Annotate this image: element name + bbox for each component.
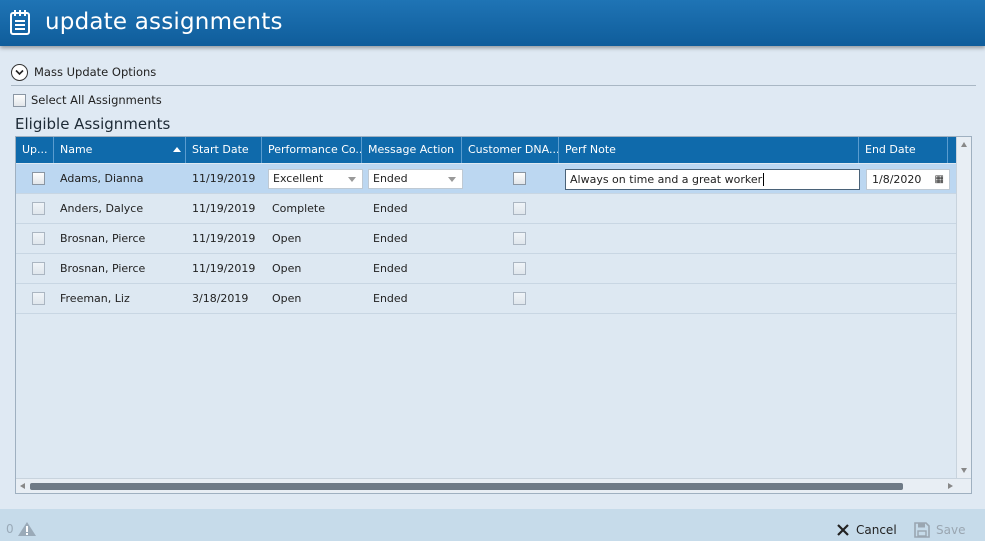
cancel-label: Cancel: [856, 523, 897, 537]
row-update-checkbox[interactable]: [32, 262, 45, 275]
vertical-scrollbar[interactable]: [956, 137, 971, 478]
row-name: Anders, Dalyce: [60, 202, 144, 215]
select-all-label: Select All Assignments: [31, 93, 162, 107]
performance-dropdown[interactable]: Excellent: [268, 169, 363, 189]
table-row[interactable]: Adams, Dianna 11/19/2019 Excellent Ended…: [16, 164, 957, 194]
end-date-picker[interactable]: 1/8/2020 ▦: [866, 169, 950, 190]
divider: [11, 85, 976, 86]
column-header-end-date[interactable]: End Date: [859, 137, 948, 163]
row-update-checkbox[interactable]: [32, 202, 45, 215]
end-date-value: 1/8/2020: [872, 173, 922, 186]
cancel-button[interactable]: Cancel: [836, 520, 897, 540]
row-update-checkbox[interactable]: [32, 172, 45, 185]
save-label: Save: [936, 523, 966, 537]
mass-update-options-toggle[interactable]: Mass Update Options: [11, 63, 156, 81]
scroll-down-icon[interactable]: [961, 468, 967, 473]
scroll-up-icon[interactable]: [961, 142, 967, 147]
row-performance: Complete: [272, 202, 326, 215]
row-start-date: 3/18/2019: [192, 292, 249, 305]
row-start-date: 11/19/2019: [192, 172, 256, 185]
chevron-down-circle-icon: [11, 63, 28, 81]
row-name: Brosnan, Pierce: [60, 232, 146, 245]
dropdown-caret-icon: [348, 177, 356, 182]
save-button[interactable]: Save: [914, 520, 965, 540]
window-title: update assignments: [45, 9, 283, 35]
column-header-performance[interactable]: Performance Co...: [262, 137, 362, 163]
customer-dna-checkbox[interactable]: [513, 292, 526, 305]
select-all-assignments[interactable]: Select All Assignments: [13, 93, 162, 107]
horizontal-scroll-thumb[interactable]: [30, 483, 903, 490]
perf-note-input[interactable]: Always on time and a great worker: [565, 169, 860, 190]
text-cursor: [763, 173, 765, 186]
horizontal-scrollbar[interactable]: [16, 478, 971, 493]
message-action-dropdown-value: Ended: [373, 172, 408, 185]
column-header-customer-dna[interactable]: Customer DNA...: [462, 137, 559, 163]
customer-dna-checkbox[interactable]: [513, 202, 526, 215]
row-performance: Open: [272, 292, 302, 305]
row-performance: Open: [272, 262, 302, 275]
row-name: Adams, Dianna: [60, 172, 144, 185]
row-update-checkbox[interactable]: [32, 232, 45, 245]
row-start-date: 11/19/2019: [192, 202, 256, 215]
column-header-name-label: Name: [60, 143, 93, 156]
warning-count: 0: [6, 522, 14, 536]
row-message-action: Ended: [373, 262, 408, 275]
column-header-start-date[interactable]: Start Date: [186, 137, 262, 163]
select-all-checkbox[interactable]: [13, 93, 26, 107]
close-icon: [837, 524, 849, 536]
mass-update-options-label: Mass Update Options: [34, 65, 157, 79]
title-bar: update assignments: [0, 0, 985, 46]
message-action-dropdown[interactable]: Ended: [368, 169, 463, 189]
customer-dna-checkbox[interactable]: [513, 172, 526, 185]
column-header-name[interactable]: Name: [54, 137, 186, 163]
calendar-icon[interactable]: ▦: [935, 170, 944, 189]
warning-icon[interactable]: [17, 521, 37, 537]
row-message-action: Ended: [373, 292, 408, 305]
perf-note-value: Always on time and a great worker: [570, 173, 763, 186]
table-row[interactable]: Freeman, Liz 3/18/2019 Open Ended: [16, 284, 957, 314]
row-message-action: Ended: [373, 202, 408, 215]
footer-bar: 0 Cancel Save: [0, 509, 985, 541]
column-header-perf-note[interactable]: Perf Note: [559, 137, 859, 163]
row-name: Brosnan, Pierce: [60, 262, 146, 275]
customer-dna-checkbox[interactable]: [513, 262, 526, 275]
row-update-checkbox[interactable]: [32, 292, 45, 305]
row-start-date: 11/19/2019: [192, 232, 256, 245]
row-performance: Open: [272, 232, 302, 245]
column-header-message-action[interactable]: Message Action: [362, 137, 462, 163]
save-icon: [914, 522, 930, 538]
row-start-date: 11/19/2019: [192, 262, 256, 275]
scroll-right-icon[interactable]: [948, 483, 953, 489]
grid-header: Up... Name Start Date Performance Co... …: [16, 137, 957, 163]
notepad-icon: [10, 10, 30, 35]
table-row[interactable]: Anders, Dalyce 11/19/2019 Complete Ended: [16, 194, 957, 224]
customer-dna-checkbox[interactable]: [513, 232, 526, 245]
row-message-action: Ended: [373, 232, 408, 245]
performance-dropdown-value: Excellent: [273, 172, 324, 185]
scroll-left-icon[interactable]: [20, 483, 25, 489]
assignments-grid: Up... Name Start Date Performance Co... …: [15, 136, 972, 494]
table-row[interactable]: Brosnan, Pierce 11/19/2019 Open Ended: [16, 224, 957, 254]
table-row[interactable]: Brosnan, Pierce 11/19/2019 Open Ended: [16, 254, 957, 284]
section-title: Eligible Assignments: [15, 115, 171, 133]
dropdown-caret-icon: [448, 177, 456, 182]
row-name: Freeman, Liz: [60, 292, 130, 305]
sort-ascending-icon: [173, 147, 181, 152]
column-header-update[interactable]: Up...: [16, 137, 54, 163]
